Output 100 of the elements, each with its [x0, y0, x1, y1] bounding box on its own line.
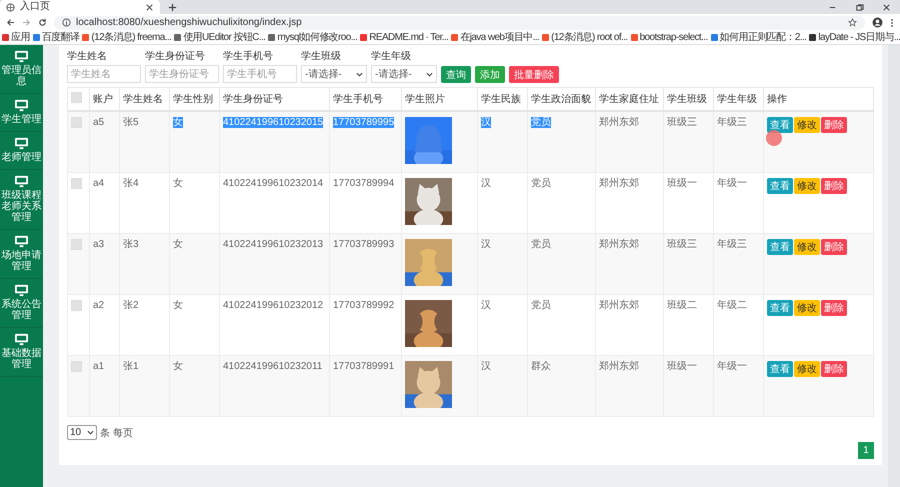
monitor-icon	[14, 235, 29, 248]
sidebar-item[interactable]: 学生管理	[1, 114, 42, 125]
table-cell: 张3	[123, 239, 139, 250]
page-size-label: 条 每页	[100, 426, 133, 440]
new-tab-icon[interactable]	[168, 2, 177, 12]
edit-button[interactable]: 修改	[794, 178, 820, 194]
checkbox[interactable]	[71, 239, 82, 250]
search-button[interactable]: 查询	[441, 66, 471, 83]
table-cell: 女	[173, 361, 183, 372]
bookmark-icon	[451, 34, 458, 41]
table-cell: 410224199610232011	[223, 361, 322, 372]
bookmark[interactable]: 百度翻译	[32, 32, 80, 44]
page-button[interactable]: 1	[858, 442, 874, 459]
edit-button[interactable]: 修改	[794, 239, 820, 255]
table-cell: 年级三	[717, 239, 747, 250]
profile-icon[interactable]	[872, 17, 883, 28]
back-icon[interactable]	[6, 18, 15, 27]
sidebar-item[interactable]: 老师管理	[1, 152, 42, 163]
bookmark[interactable]: bootstrap-select...	[630, 32, 708, 44]
table-cell: 郑州东郊	[599, 300, 639, 311]
monitor-icon	[14, 333, 29, 346]
table-cell: 年级一	[717, 361, 747, 372]
table-cell: 女	[173, 117, 183, 128]
table-cell: 群众	[531, 361, 551, 372]
table-cell: 党员	[531, 117, 551, 128]
table-cell: 班级三	[667, 239, 697, 250]
table-cell: 张5	[123, 117, 139, 128]
monitor-icon	[14, 99, 29, 112]
select-field[interactable]: -请选择-	[301, 65, 367, 83]
bookmark[interactable]: layDate - JS日期与...	[809, 32, 900, 44]
bookmark-icon	[710, 34, 718, 41]
checkbox[interactable]	[71, 117, 82, 128]
field-label: 学生手机号	[223, 51, 274, 63]
delete-button[interactable]: 删除	[821, 300, 847, 316]
sidebar-item[interactable]: 场地申请管理	[1, 250, 42, 272]
delete-button[interactable]: 删除	[821, 361, 847, 377]
delete-button[interactable]: 删除	[821, 178, 847, 194]
address-field[interactable]: localhost:8080/xueshengshiwuchulixitong/index.jsp	[54, 16, 865, 30]
table-cell: 张1	[123, 361, 139, 372]
checkbox[interactable]	[71, 361, 82, 372]
menu-icon[interactable]	[890, 18, 894, 28]
table-cell: 汉	[481, 239, 491, 250]
close-icon[interactable]	[882, 2, 891, 12]
bookmark[interactable]: 在java web项目中...	[451, 32, 540, 44]
bookmark[interactable]: 应用	[2, 32, 30, 44]
reload-icon[interactable]	[38, 18, 47, 27]
checkbox[interactable]	[71, 300, 82, 311]
table-cell: 郑州东郊	[599, 239, 639, 250]
table-cell: 张2	[123, 300, 139, 311]
text-field[interactable]: 学生身份证号	[145, 65, 219, 83]
bookmark[interactable]: (12条消息) freema...	[82, 32, 172, 44]
sidebar-item[interactable]: 基础数据管理	[1, 348, 42, 370]
checkbox[interactable]	[71, 92, 82, 103]
select-field[interactable]: -请选择-	[371, 65, 437, 83]
delete-button[interactable]: 批量删除	[509, 66, 559, 83]
restore-icon[interactable]	[855, 2, 864, 12]
browser-tab[interactable]: 入口页	[0, 0, 160, 14]
sidebar-item[interactable]: 管理员信息	[1, 65, 42, 87]
table-cell: 汉	[481, 300, 491, 311]
field-label: 学生身份证号	[145, 51, 206, 63]
page-size-select[interactable]: 10	[67, 425, 97, 440]
bookmark[interactable]: mysql如何修改roo...	[268, 32, 358, 44]
close-icon[interactable]	[145, 2, 154, 12]
table-cell: 汉	[481, 178, 491, 189]
field-label: 学生年级	[371, 51, 412, 63]
table-cell: 410224199610232013	[223, 239, 324, 250]
checkbox[interactable]	[71, 178, 82, 189]
table-cell: 郑州东郊	[599, 178, 639, 189]
table-cell: a2	[93, 300, 104, 311]
sidebar-item[interactable]: 班级课程老师关系管理	[1, 190, 42, 223]
table-cell: 党员	[531, 178, 551, 189]
scrollbar[interactable]	[888, 45, 900, 487]
table-cell: a1	[93, 361, 104, 372]
text-field[interactable]: 学生手机号	[223, 65, 297, 83]
table-cell: 班级一	[667, 361, 697, 372]
table-cell: 郑州东郊	[599, 361, 639, 372]
bookmark[interactable]: (12条消息) root of...	[542, 32, 628, 44]
edit-button[interactable]: 修改	[794, 117, 820, 133]
star-icon[interactable]	[848, 18, 857, 27]
info-icon	[62, 18, 71, 27]
table-cell: 年级一	[717, 178, 747, 189]
text-field[interactable]: 学生姓名	[67, 65, 141, 83]
edit-button[interactable]: 修改	[794, 300, 820, 316]
bookmark-icon	[82, 34, 90, 41]
bookmark-icon	[268, 34, 276, 41]
edit-button[interactable]: 修改	[794, 361, 820, 377]
delete-button[interactable]: 删除	[821, 117, 847, 133]
table-cell: 410224199610232012	[223, 300, 324, 311]
bookmark[interactable]: 如何用正则匹配：2...	[710, 32, 806, 44]
monitor-icon	[14, 284, 29, 297]
delete-button[interactable]: 删除	[821, 239, 847, 255]
table-cell: 汉	[481, 117, 491, 128]
table-cell: 女	[173, 239, 183, 250]
field-label: 学生班级	[301, 51, 342, 63]
table-cell: 班级一	[667, 178, 697, 189]
bookmark[interactable]: README.md · Ter...	[360, 32, 448, 44]
sidebar-item[interactable]: 系统公告管理	[1, 299, 42, 321]
table-cell: 410224199610232014	[223, 178, 324, 189]
table-cell: 17703789991	[333, 361, 394, 372]
bookmark[interactable]: 使用UEditor 按钮C...	[174, 32, 266, 44]
